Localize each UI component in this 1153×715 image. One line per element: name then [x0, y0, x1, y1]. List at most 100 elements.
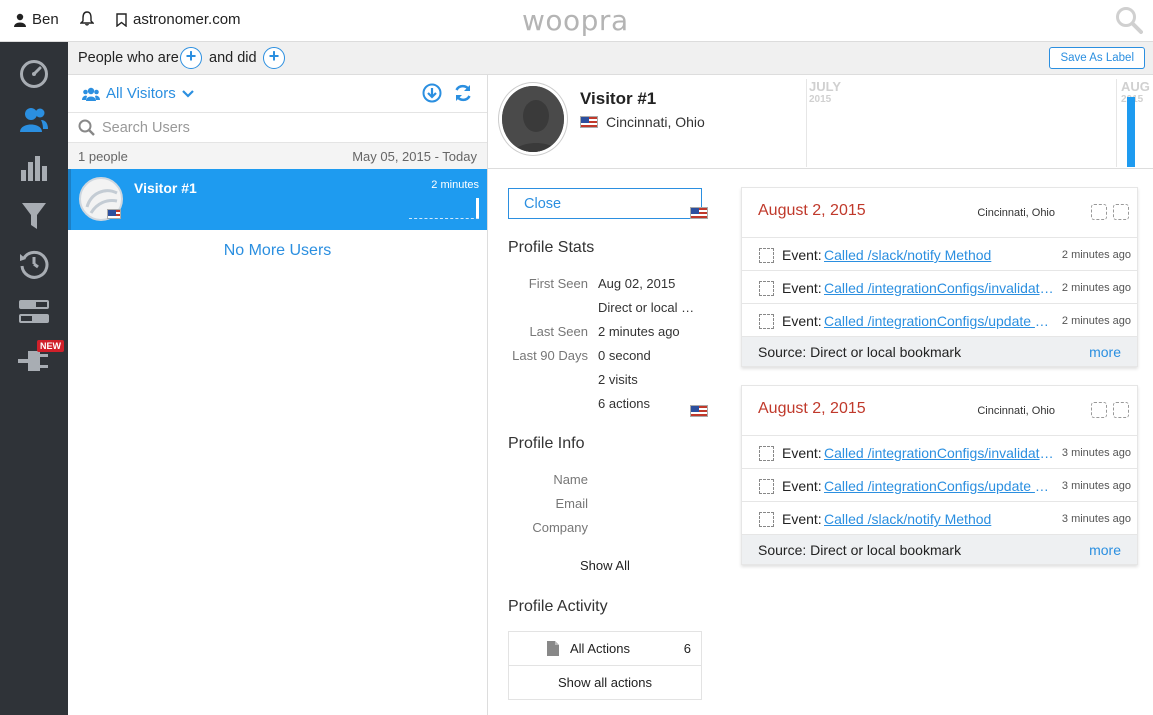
event-row: Event: Called /slack/notify Method 3 min… — [742, 502, 1137, 535]
visit-card: August 2, 2015 Cincinnati, Ohio Event: C… — [690, 187, 1138, 367]
date-range[interactable]: May 05, 2015 - Today — [352, 149, 477, 164]
browser-icon — [1113, 402, 1129, 418]
event-row: Event: Called /integrationConfigs/invali… — [742, 436, 1137, 469]
visit-source: Source: Direct or local bookmark — [758, 542, 962, 558]
show-all-actions-button[interactable]: Show all actions — [509, 666, 701, 700]
event-time: 3 minutes ago — [1061, 513, 1131, 525]
all-actions-row[interactable]: All Actions 6 — [509, 632, 701, 666]
site-selector[interactable]: astronomer.com — [116, 11, 241, 28]
event-link[interactable]: Called /integrationConfigs/update Method — [824, 478, 1054, 494]
sidebar-people[interactable] — [14, 100, 54, 140]
event-row: Event: Called /integrationConfigs/update… — [742, 469, 1137, 502]
sidebar-dashboard[interactable] — [14, 54, 54, 94]
save-as-label-button[interactable]: Save As Label — [1049, 47, 1145, 69]
sidebar-retention[interactable] — [14, 244, 54, 284]
visit-card-header: August 2, 2015 Cincinnati, Ohio — [690, 188, 1137, 238]
us-flag-icon — [690, 405, 708, 417]
activity-sparkline — [409, 197, 479, 219]
event-row: Event: Called /integrationConfigs/update… — [742, 304, 1137, 337]
visit-card: August 2, 2015 Cincinnati, Ohio Event: C… — [690, 385, 1138, 565]
and-did-label: and did — [209, 50, 257, 66]
visitor-name: Visitor #1 — [134, 180, 197, 196]
profile-avatar — [499, 83, 567, 155]
visit-card-footer: Source: Direct or local bookmark more — [742, 337, 1137, 366]
all-actions-label: All Actions — [570, 641, 630, 656]
results-summary: 1 people May 05, 2015 - Today — [68, 143, 487, 169]
visit-source: Source: Direct or local bookmark — [758, 344, 962, 360]
event-row: Event: Called /slack/notify Method 2 min… — [742, 238, 1137, 271]
event-icon — [759, 281, 774, 296]
event-time: 2 minutes ago — [1061, 282, 1131, 294]
labels-icon — [19, 300, 49, 323]
reports-icon — [21, 156, 47, 181]
timeline-month-july: JULY 2015 — [809, 79, 842, 105]
sidebar-integrations[interactable]: NEW — [14, 340, 64, 380]
site-name: astronomer.com — [133, 11, 241, 28]
bell-icon — [80, 11, 94, 26]
no-more-users: No More Users — [223, 242, 332, 259]
chevron-down-icon — [181, 89, 194, 98]
profile-activity-title: Profile Activity — [508, 598, 608, 615]
browser-icon — [1113, 204, 1129, 220]
more-link[interactable]: more — [1089, 542, 1121, 558]
profile-location: Cincinnati, Ohio — [580, 114, 705, 130]
close-button[interactable]: Close — [508, 188, 702, 219]
event-link[interactable]: Called /integrationConfigs/invalidate Me… — [824, 445, 1054, 461]
global-search-button[interactable] — [1115, 6, 1143, 37]
add-property-filter-button[interactable]: + — [180, 47, 202, 69]
sidebar-funnels[interactable] — [14, 196, 54, 236]
add-behavior-filter-button[interactable]: + — [263, 47, 285, 69]
download-icon — [422, 83, 442, 103]
event-time: 2 minutes ago — [1061, 315, 1131, 327]
filter-bar: People who are + and did + Save As Label — [68, 42, 1153, 75]
visit-date: August 2, 2015 — [758, 400, 866, 417]
sidebar-reports[interactable] — [14, 148, 54, 188]
show-all-link[interactable]: Show All — [580, 558, 630, 573]
search-users-input[interactable] — [102, 117, 472, 139]
notifications-button[interactable] — [80, 11, 94, 26]
user-menu[interactable]: Ben — [14, 11, 59, 28]
us-flag-icon — [580, 116, 598, 128]
people-list-panel: All Visitors 1 people May 05, 2015 - Tod… — [68, 75, 488, 715]
device-icon — [1091, 402, 1107, 418]
segment-dropdown[interactable]: All Visitors — [82, 85, 194, 102]
event-link[interactable]: Called /integrationConfigs/invalidate Me… — [824, 280, 1054, 296]
funnel-icon — [22, 203, 46, 229]
visit-card-footer: Source: Direct or local bookmark more — [742, 535, 1137, 564]
event-link[interactable]: Called /integrationConfigs/update Method — [824, 313, 1054, 329]
event-row: Event: Called /integrationConfigs/invali… — [742, 271, 1137, 304]
download-button[interactable] — [422, 83, 442, 106]
visit-card-header: August 2, 2015 Cincinnati, Ohio — [690, 386, 1137, 436]
visitor-flag-icon — [107, 209, 121, 219]
woopra-logo: woopra — [522, 4, 629, 37]
event-icon — [759, 479, 774, 494]
event-time: 2 minutes ago — [1061, 249, 1131, 261]
refresh-icon — [455, 84, 471, 102]
visit-location: Cincinnati, Ohio — [977, 405, 1055, 417]
refresh-button[interactable] — [453, 83, 473, 106]
timeline-month-aug: AUG2015 — [1121, 79, 1150, 105]
document-icon — [547, 641, 559, 656]
bookmark-icon — [116, 12, 127, 27]
profile-name: Visitor #1 — [580, 89, 657, 108]
people-who-are-label: People who are — [78, 50, 179, 66]
visitor-avatar — [79, 177, 123, 221]
group-icon — [82, 87, 100, 101]
event-time: 3 minutes ago — [1061, 447, 1131, 459]
profile-header: Visitor #1 Cincinnati, Ohio JULY 2015 AUG… — [488, 75, 1153, 169]
user-name: Ben — [32, 11, 59, 28]
visitor-last-seen: 2 minutes — [431, 179, 479, 191]
person-silhouette-icon — [502, 86, 564, 152]
profile-stats-title: Profile Stats — [508, 239, 595, 256]
event-link[interactable]: Called /slack/notify Method — [824, 511, 1054, 527]
visit-timeline[interactable]: JULY2015 AUG2015 — [804, 75, 1153, 168]
profile-activity-box: All Actions 6 Show all actions — [508, 631, 702, 700]
segment-label: All Visitors — [106, 85, 176, 102]
sidebar-labels[interactable] — [14, 292, 54, 332]
people-count: 1 people — [78, 149, 128, 164]
timeline-activity-bar — [1127, 97, 1135, 167]
profile-info-title: Profile Info — [508, 435, 585, 452]
list-item-visitor[interactable]: Visitor #1 2 minutes — [68, 169, 487, 230]
more-link[interactable]: more — [1089, 344, 1121, 360]
event-link[interactable]: Called /slack/notify Method — [824, 247, 1054, 263]
